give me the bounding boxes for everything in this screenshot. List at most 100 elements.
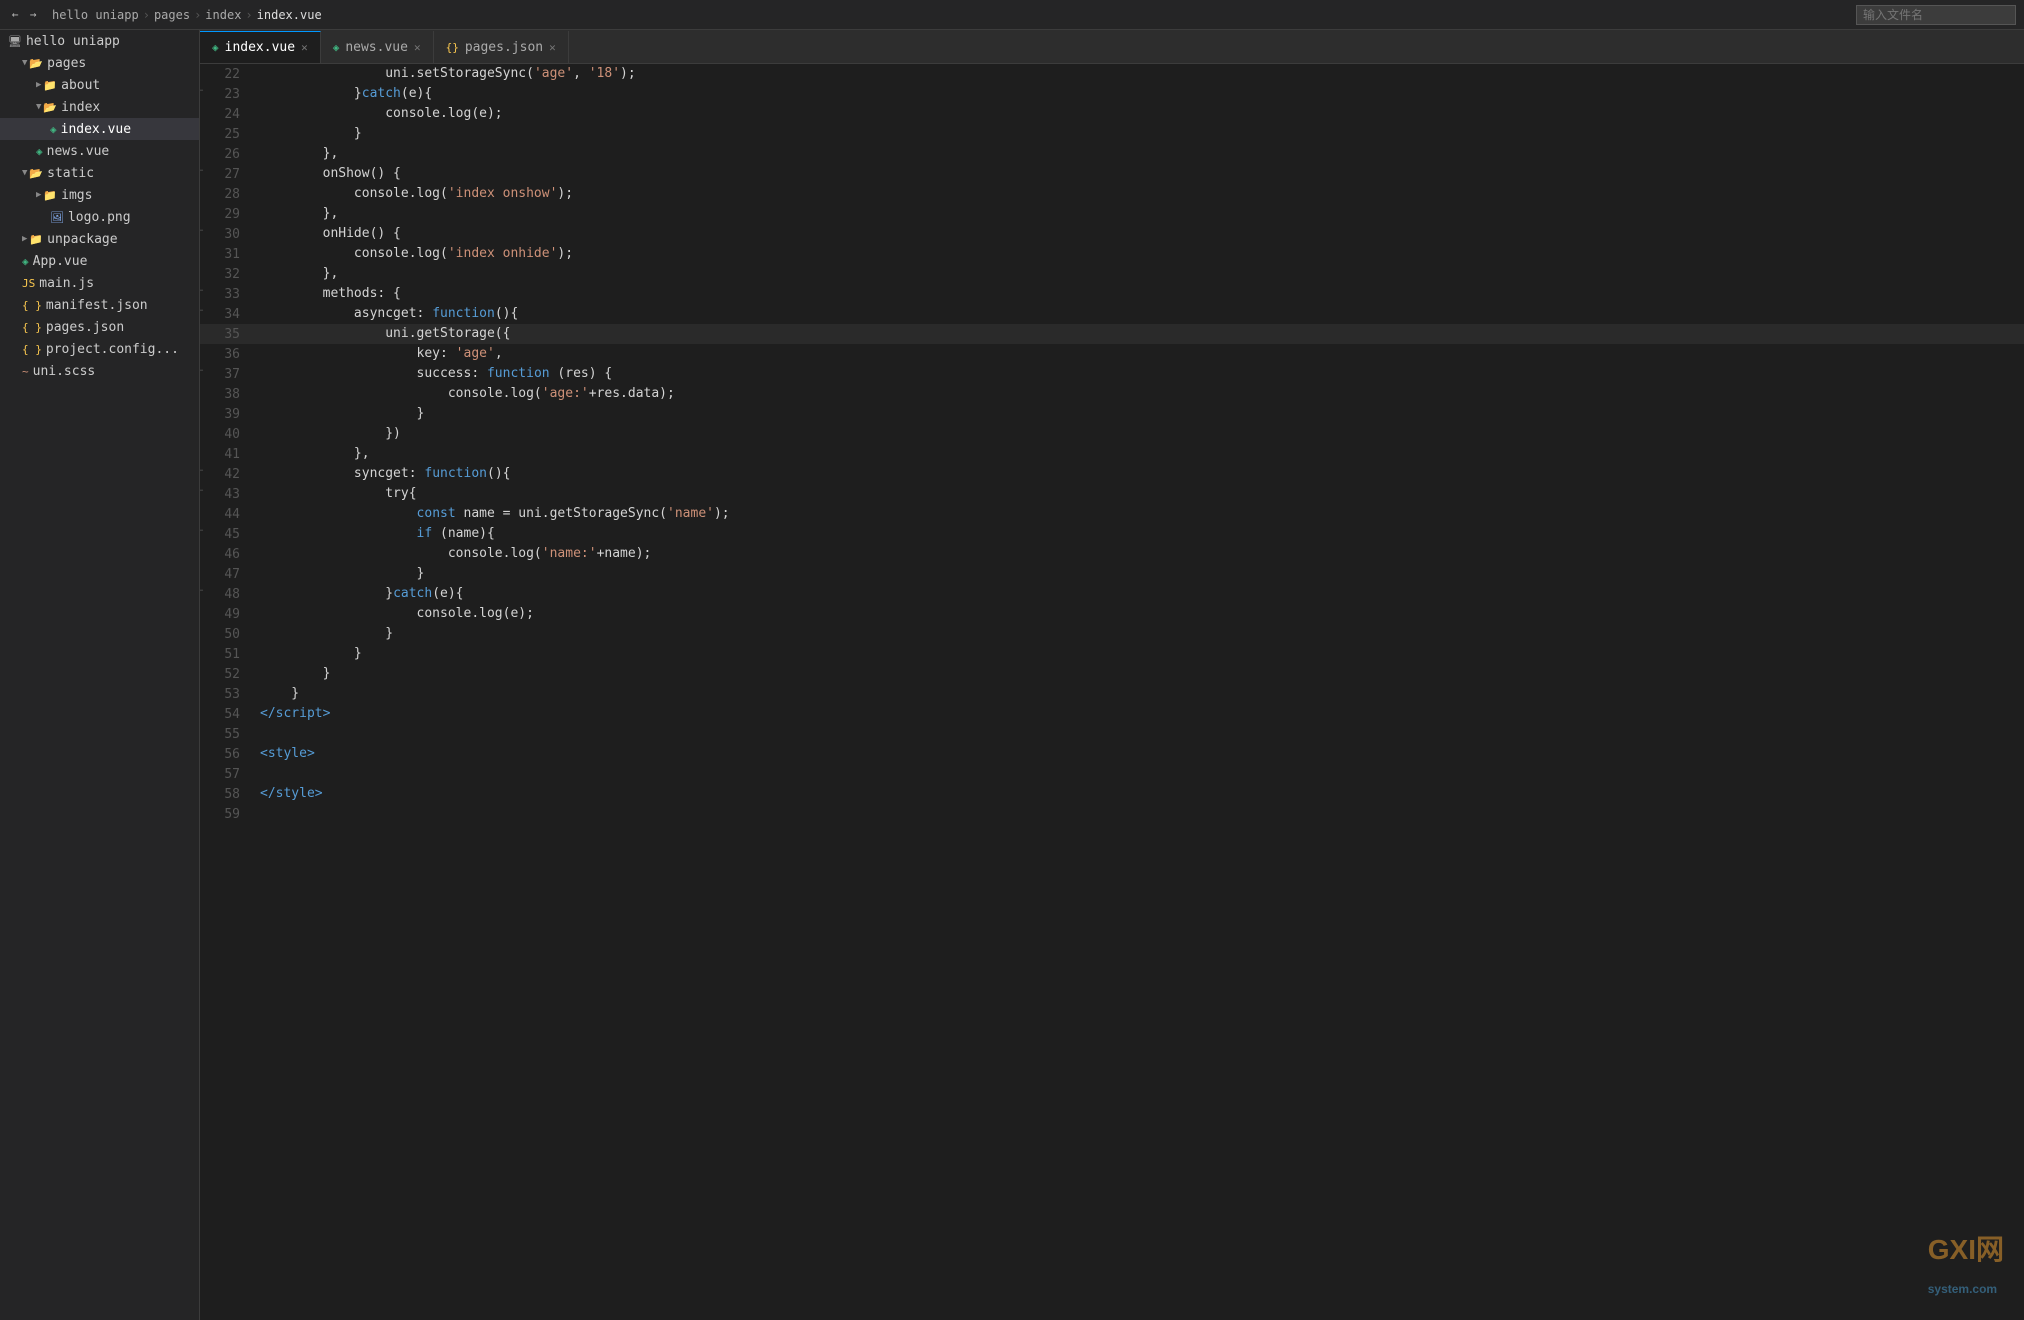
breadcrumb-item-4[interactable]: index.vue [257,8,322,22]
sidebar-item-App-vue[interactable]: ◈App.vue [0,250,199,272]
sidebar: 🖥hello uniapp📂pages📁about📂index◈index.vu… [0,30,200,1320]
token-plain: } [260,566,424,581]
fold-btn[interactable]: − [200,586,203,596]
line-content: console.log('index onshow'); [250,184,2024,204]
token-tag: <style [260,746,307,761]
sidebar-item-news-vue[interactable]: ◈news.vue [0,140,199,162]
folder-icon: 📂 [29,167,43,180]
sidebar-item-main-js[interactable]: JSmain.js [0,272,199,294]
fold-btn[interactable]: − [200,526,203,536]
token-plain: (){ [487,466,510,481]
line-number: 28 [200,184,250,204]
token-string: 'age' [456,346,495,361]
code-line: −34 asyncget: function(){ [200,304,2024,324]
token-plain: ); [557,246,573,261]
token-string: '18' [589,66,620,81]
fold-btn[interactable]: − [200,306,203,316]
chevron-icon [22,234,27,244]
breadcrumb-item-3[interactable]: index [205,8,241,22]
json-file-icon: { } [22,299,42,312]
sidebar-item-pages-json[interactable]: { }pages.json [0,316,199,338]
token-plain: } [260,406,424,421]
line-number: 31 [200,244,250,264]
line-content: } [250,664,2024,684]
sidebar-item-manifest-json[interactable]: { }manifest.json [0,294,199,316]
sidebar-item-about[interactable]: 📁about [0,74,199,96]
fold-btn[interactable]: − [200,366,203,376]
tab-index-vue[interactable]: ◈index.vue✕ [200,31,321,63]
line-content: console.log('name:'+name); [250,544,2024,564]
code-line: 44 const name = uni.getStorageSync('name… [200,504,2024,524]
sidebar-item-index-vue[interactable]: ◈index.vue [0,118,199,140]
token-keyword: catch [393,586,432,601]
code-line: 57 [200,764,2024,784]
file-search-input[interactable] [1856,5,2016,25]
fold-btn[interactable]: − [200,166,203,176]
sidebar-item-uni-scss[interactable]: ~uni.scss [0,360,199,382]
line-content: console.log(e); [250,604,2024,624]
sidebar-item-unpackage[interactable]: 📁unpackage [0,228,199,250]
chevron-icon [22,168,27,178]
sidebar-label: unpackage [47,232,117,247]
token-plain: }, [260,446,370,461]
sidebar-item-hello-uniapp[interactable]: 🖥hello uniapp [0,30,199,52]
line-content: console.log(e); [250,104,2024,124]
line-content: console.log('index onhide'); [250,244,2024,264]
line-number: 32 [200,264,250,284]
fold-btn[interactable]: − [200,466,203,476]
sidebar-item-imgs[interactable]: 📁imgs [0,184,199,206]
tab-pages-json[interactable]: {}pages.json✕ [434,31,569,63]
code-editor[interactable]: 22 uni.setStorageSync('age', '18');−23 }… [200,64,2024,1320]
line-content: key: 'age', [250,344,2024,364]
line-number: 53 [200,684,250,704]
line-number: 39 [200,404,250,424]
forward-icon[interactable]: → [26,8,40,22]
line-number: −37 [200,364,250,384]
code-line: 59 [200,804,2024,824]
fold-btn[interactable]: − [200,86,203,96]
breadcrumb-item-2[interactable]: pages [154,8,190,22]
code-line: −42 syncget: function(){ [200,464,2024,484]
line-content: } [250,124,2024,144]
fold-btn[interactable]: − [200,486,203,496]
back-icon[interactable]: ← [8,8,22,22]
line-number: −42 [200,464,250,484]
code-line: 35 uni.getStorage({ [200,324,2024,344]
chevron-icon [36,102,41,112]
line-number: 22 [200,64,250,84]
code-line: 26 }, [200,144,2024,164]
line-content: }, [250,204,2024,224]
fold-btn[interactable]: − [200,226,203,236]
tab-close-btn[interactable]: ✕ [301,41,308,54]
computer-icon: 🖥 [8,35,22,48]
chevron-icon [36,80,41,90]
folder-icon: 📁 [43,79,57,92]
sidebar-label: news.vue [47,144,110,159]
token-keyword: const [417,506,456,521]
line-number: 41 [200,444,250,464]
code-line: 51 } [200,644,2024,664]
fold-btn[interactable]: − [200,286,203,296]
folder-icon: 📂 [29,57,43,70]
line-number: −48 [200,584,250,604]
token-plain: uni.getStorage({ [260,326,510,341]
sidebar-item-project-config---[interactable]: { }project.config... [0,338,199,360]
tab-close-btn[interactable]: ✕ [549,41,556,54]
tab-news-vue[interactable]: ◈news.vue✕ [321,31,434,63]
window-controls[interactable]: ← → [8,8,40,22]
scss-file-icon: ~ [22,365,29,378]
token-plain: (e){ [401,86,432,101]
token-plain: console.log(e); [260,606,534,621]
line-number: 29 [200,204,250,224]
sidebar-label: imgs [61,188,92,203]
editor-area: ◈index.vue✕◈news.vue✕{}pages.json✕ 22 un… [200,30,2024,1320]
code-line: 47 } [200,564,2024,584]
tab-close-btn[interactable]: ✕ [414,41,421,54]
token-plain: } [260,666,330,681]
sidebar-item-pages[interactable]: 📂pages [0,52,199,74]
breadcrumb-item-1[interactable]: hello uniapp [52,8,139,22]
sidebar-item-index[interactable]: 📂index [0,96,199,118]
code-line: 22 uni.setStorageSync('age', '18'); [200,64,2024,84]
sidebar-item-static[interactable]: 📂static [0,162,199,184]
sidebar-item-logo-png[interactable]: 🖼logo.png [0,206,199,228]
